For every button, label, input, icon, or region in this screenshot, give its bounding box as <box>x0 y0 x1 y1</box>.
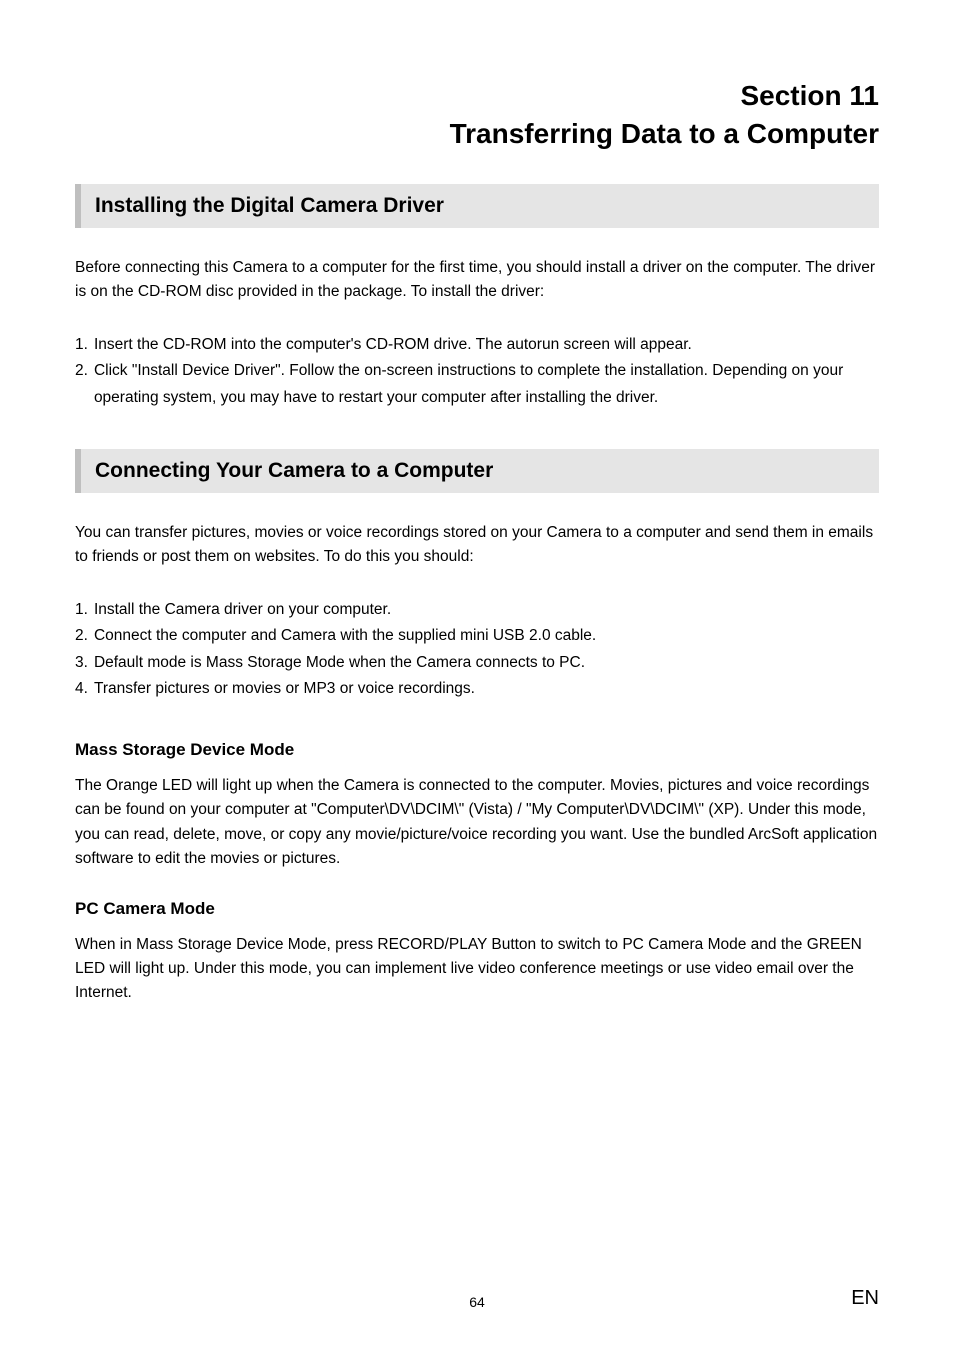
page-number: 64 <box>469 1294 485 1310</box>
heading-installing-driver: Installing the Digital Camera Driver <box>75 184 879 228</box>
list-number: 1. <box>75 597 94 623</box>
heading-connecting-camera: Connecting Your Camera to a Computer <box>75 449 879 493</box>
list-number: 2. <box>75 623 94 649</box>
intro-connecting-camera: You can transfer pictures, movies or voi… <box>75 521 879 569</box>
list-number: 1. <box>75 332 94 358</box>
list-installing-driver: 1. Insert the CD-ROM into the computer's… <box>75 332 879 411</box>
list-number: 4. <box>75 676 94 702</box>
list-text: Connect the computer and Camera with the… <box>94 623 879 649</box>
list-number: 3. <box>75 650 94 676</box>
list-text: Transfer pictures or movies or MP3 or vo… <box>94 676 879 702</box>
body-mass-storage-mode: The Orange LED will light up when the Ca… <box>75 774 879 870</box>
list-text: Click "Install Device Driver". Follow th… <box>94 358 879 411</box>
list-item: 3. Default mode is Mass Storage Mode whe… <box>75 650 879 676</box>
list-item: 2. Click "Install Device Driver". Follow… <box>75 358 879 411</box>
list-item: 1. Insert the CD-ROM into the computer's… <box>75 332 879 358</box>
list-text: Insert the CD-ROM into the computer's CD… <box>94 332 879 358</box>
list-item: 2. Connect the computer and Camera with … <box>75 623 879 649</box>
language-label: EN <box>851 1287 879 1310</box>
list-text: Default mode is Mass Storage Mode when t… <box>94 650 879 676</box>
heading-pc-camera-mode: PC Camera Mode <box>75 899 879 919</box>
body-pc-camera-mode: When in Mass Storage Device Mode, press … <box>75 933 879 1005</box>
section-label: Section 11 <box>75 80 879 112</box>
intro-installing-driver: Before connecting this Camera to a compu… <box>75 256 879 304</box>
page-footer: 64 EN <box>0 1287 954 1310</box>
list-number: 2. <box>75 358 94 411</box>
list-text: Install the Camera driver on your comput… <box>94 597 879 623</box>
section-title: Transferring Data to a Computer <box>75 118 879 150</box>
list-connecting-camera: 1. Install the Camera driver on your com… <box>75 597 879 702</box>
list-item: 4. Transfer pictures or movies or MP3 or… <box>75 676 879 702</box>
list-item: 1. Install the Camera driver on your com… <box>75 597 879 623</box>
heading-mass-storage-mode: Mass Storage Device Mode <box>75 740 879 760</box>
